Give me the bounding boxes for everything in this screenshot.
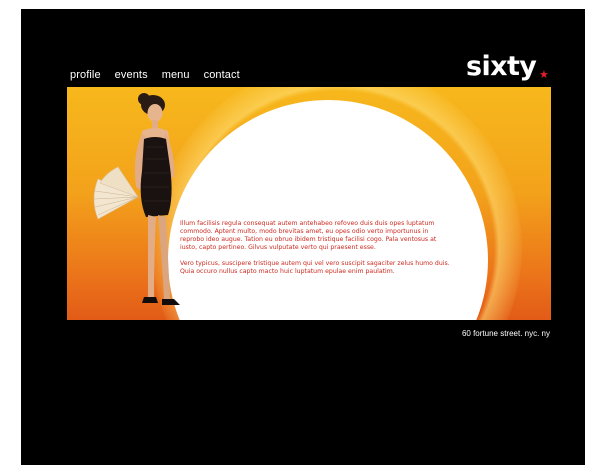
hero-body-text: Illum facilisis regula consequat autem a…	[180, 220, 450, 285]
nav-link-contact[interactable]: contact	[204, 69, 240, 81]
pinup-figure-illustration	[93, 93, 180, 305]
hero-paragraph-2: Vero typicus, suscipere tristique autem …	[180, 260, 450, 276]
fan-icon	[93, 166, 139, 220]
main-nav: profile events menu contact	[70, 69, 240, 81]
nav-link-menu[interactable]: menu	[162, 69, 190, 81]
footer-address: 60 fortune street. nyc. ny	[461, 329, 550, 338]
nav-link-profile[interactable]: profile	[70, 69, 101, 81]
hero-banner: Illum facilisis regula consequat autem a…	[67, 87, 551, 320]
site-logo[interactable]: sixty	[466, 52, 537, 82]
hero-paragraph-1: Illum facilisis regula consequat autem a…	[180, 220, 437, 252]
nav-link-events[interactable]: events	[115, 69, 148, 81]
star-icon: ★	[539, 69, 549, 81]
